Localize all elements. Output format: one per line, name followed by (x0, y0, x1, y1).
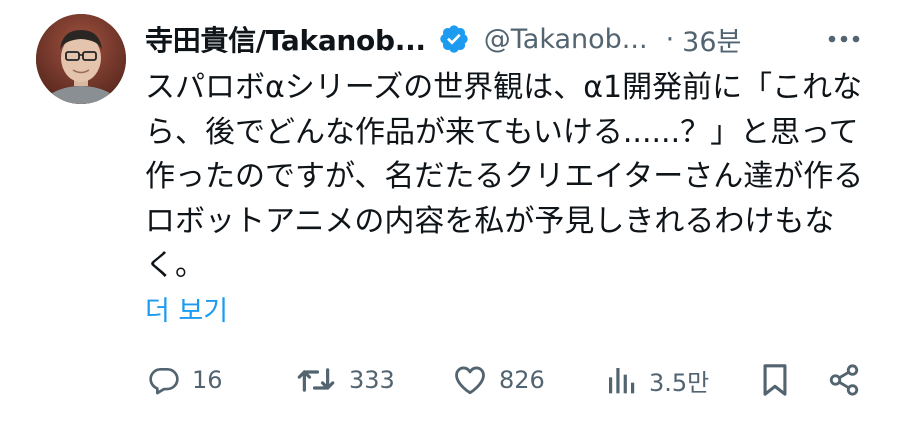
avatar-photo (36, 14, 126, 104)
bookmark-button[interactable] (760, 357, 790, 403)
share-icon (829, 364, 859, 396)
verified-badge-icon (440, 25, 468, 53)
tweet[interactable]: 寺田貴信/Takanob... @Takanob... · 36분 スパロボαシ… (0, 0, 900, 421)
separator-dot: · (665, 23, 675, 55)
like-button[interactable]: 826 (453, 357, 545, 403)
more-icon[interactable] (827, 24, 861, 54)
author-handle[interactable]: @Takanob... (484, 24, 648, 55)
post-text: スパロボαシリーズの世界観は、α1開発前に「これなら、後でどんな作品が来てもいけ… (145, 70, 864, 283)
views-button[interactable]: 3.5만 (605, 357, 709, 403)
like-icon (455, 366, 485, 395)
reply-count: 16 (192, 366, 223, 394)
views-icon (609, 368, 635, 394)
action-bar: 16 333 826 3.5만 (145, 357, 865, 403)
avatar[interactable] (36, 14, 126, 104)
repost-button[interactable]: 333 (295, 357, 395, 403)
author-display-name[interactable]: 寺田貴信/Takanob... (145, 19, 426, 59)
show-more-link[interactable]: 더 보기 (145, 289, 228, 328)
like-count: 826 (499, 366, 545, 394)
reply-icon (149, 368, 179, 395)
reply-button[interactable]: 16 (148, 357, 223, 403)
views-count: 3.5만 (649, 368, 710, 397)
share-button[interactable] (827, 357, 861, 403)
repost-count: 333 (349, 366, 395, 394)
post-header: 寺田貴信/Takanob... @Takanob... · 36분 (145, 16, 900, 62)
repost-icon (297, 368, 335, 392)
post-time[interactable]: 36분 (682, 20, 741, 59)
bookmark-icon (763, 364, 787, 396)
